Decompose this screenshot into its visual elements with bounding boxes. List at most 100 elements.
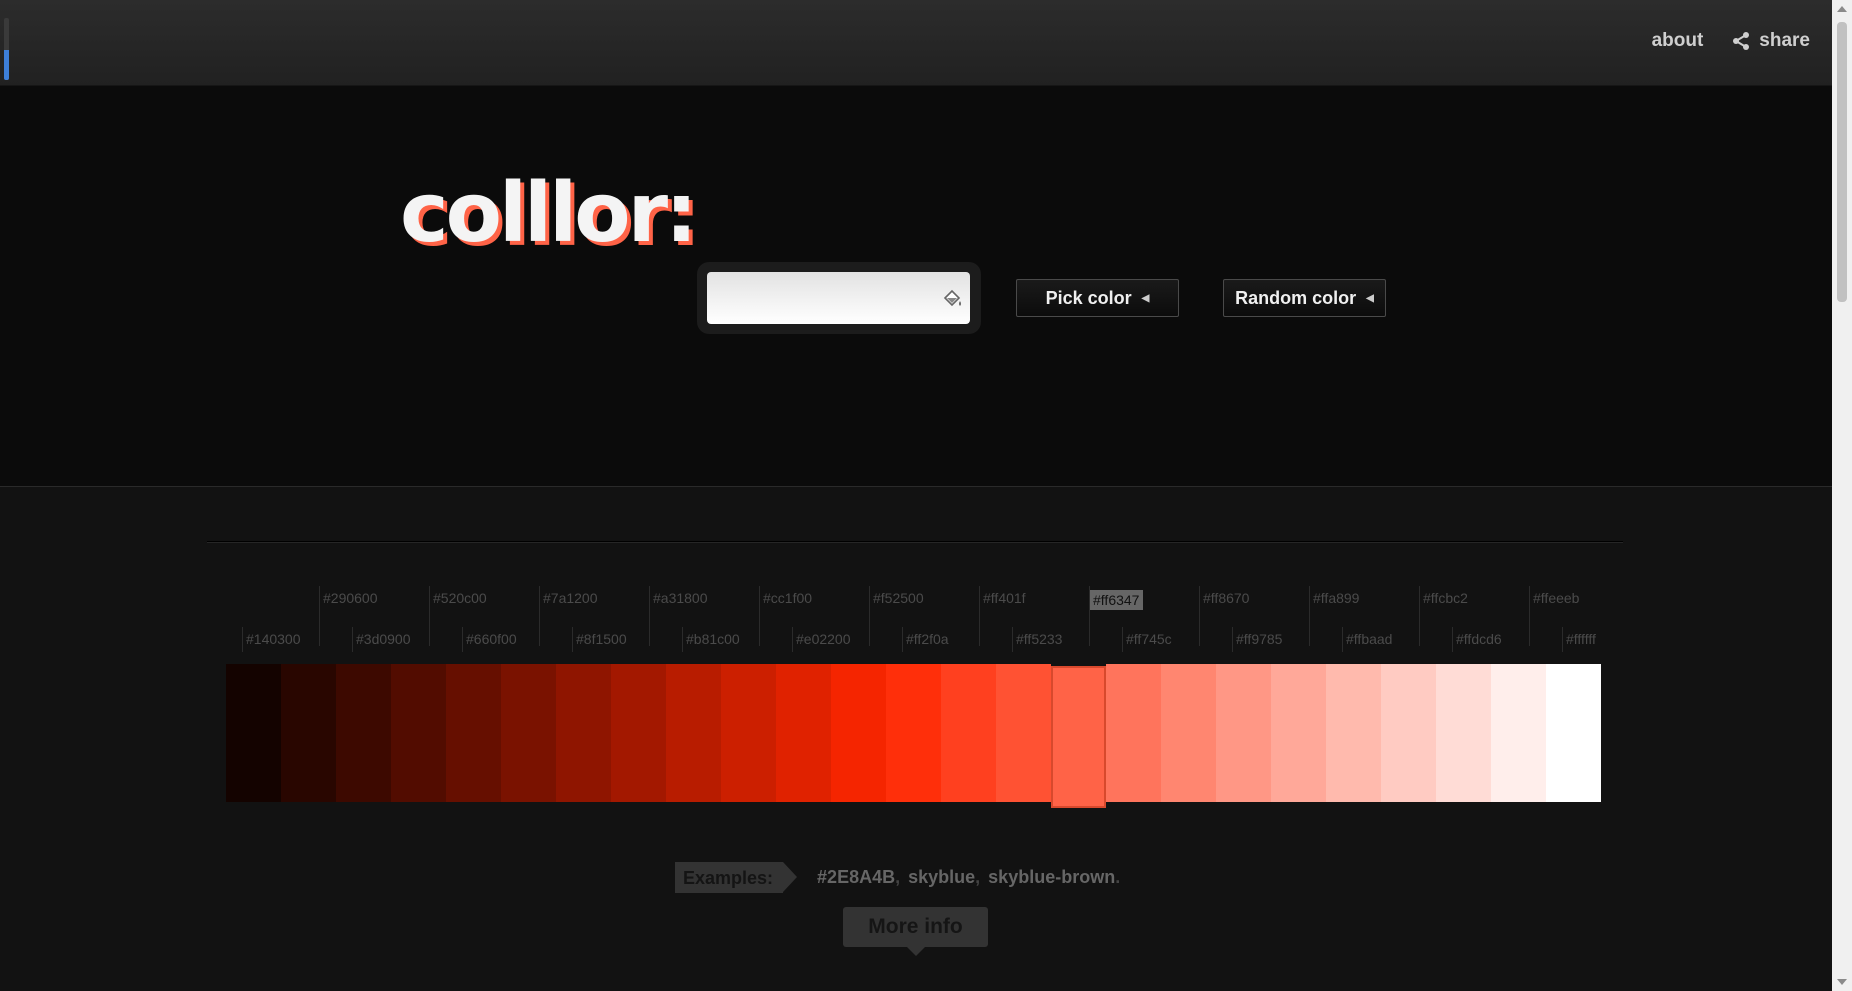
label-tick (462, 627, 463, 652)
color-swatch[interactable] (336, 664, 391, 802)
color-swatch[interactable] (1216, 664, 1271, 802)
label-tick (902, 627, 903, 652)
scrollbar-thumb[interactable] (1837, 22, 1847, 302)
swatch-hex-label[interactable]: #ffffff (1562, 627, 1596, 652)
random-color-button[interactable]: Random color ◀ (1223, 279, 1386, 317)
label-tick (1342, 627, 1343, 652)
top-nav: about share (1652, 30, 1810, 52)
swatch-hex-label[interactable]: #ffdcd6 (1452, 627, 1502, 652)
swatch-hex-label[interactable]: #ff9785 (1232, 627, 1282, 652)
example-link[interactable]: skyblue-brown (988, 867, 1115, 888)
example-link[interactable]: #2E8A4B (817, 867, 895, 888)
color-swatch[interactable] (1271, 664, 1326, 802)
share-label: share (1759, 30, 1810, 51)
color-swatch[interactable] (996, 664, 1051, 802)
swatch-hex-label[interactable]: #ff2f0a (902, 627, 949, 652)
label-tick (1012, 627, 1013, 652)
swatch-hex-label[interactable]: #ffeeeb (1529, 586, 1579, 646)
color-swatch[interactable] (886, 664, 941, 802)
color-swatch[interactable] (1161, 664, 1216, 802)
color-swatch[interactable] (1381, 664, 1436, 802)
about-label: about (1651, 30, 1704, 51)
label-tick (1089, 586, 1090, 646)
label-tick (869, 586, 870, 646)
caret-left-icon: ◀ (1366, 292, 1374, 304)
color-swatch[interactable] (501, 664, 556, 802)
about-link[interactable]: about (1652, 30, 1704, 52)
paint-bucket-icon[interactable] (941, 288, 963, 310)
swatch-hex-label[interactable]: #ffa899 (1309, 586, 1359, 646)
color-swatch[interactable] (666, 664, 721, 802)
examples-row: Examples: #2E8A4B, skyblue, skyblue-brow… (675, 862, 1128, 893)
label-tick (979, 586, 980, 646)
swatch-hex-label[interactable]: #290600 (319, 586, 378, 646)
label-tick (1122, 627, 1123, 652)
label-tick (352, 627, 353, 652)
swatch-hex-label[interactable]: #ff745c (1122, 627, 1172, 652)
random-color-label: Random color (1235, 287, 1357, 308)
scroll-down-arrow-icon[interactable] (1837, 979, 1847, 985)
label-tick (1419, 586, 1420, 646)
swatch-hex-label[interactable]: #520c00 (429, 586, 487, 646)
swatch-hex-label[interactable]: #8f1500 (572, 627, 627, 652)
swatch-hex-label[interactable]: #a31800 (649, 586, 708, 646)
swatch-hex-label[interactable]: #e02200 (792, 627, 851, 652)
more-info-button[interactable]: More info (843, 907, 988, 956)
swatch-hex-label[interactable]: #660f00 (462, 627, 517, 652)
example-link[interactable]: skyblue (908, 867, 975, 888)
label-tick (1309, 586, 1310, 646)
color-swatch[interactable] (721, 664, 776, 802)
color-swatch[interactable] (556, 664, 611, 802)
color-swatch[interactable] (1546, 664, 1601, 802)
swatch-hex-label[interactable]: #ffcbc2 (1419, 586, 1468, 646)
label-tick (1232, 627, 1233, 652)
label-tick (682, 627, 683, 652)
scroll-up-arrow-icon[interactable] (1837, 6, 1847, 12)
color-swatch[interactable] (446, 664, 501, 802)
color-swatch[interactable] (611, 664, 666, 802)
swatch-hex-label[interactable]: #cc1f00 (759, 586, 812, 646)
color-swatch[interactable] (1326, 664, 1381, 802)
color-swatch[interactable] (1051, 666, 1106, 808)
swatch-hex-label[interactable]: #3d0900 (352, 627, 411, 652)
swatch-hex-label[interactable]: #ff5233 (1012, 627, 1062, 652)
color-swatch[interactable] (391, 664, 446, 802)
label-tick (242, 627, 243, 652)
swatch-hex-label[interactable]: #ff401f (979, 586, 1026, 646)
swatch-hex-label[interactable]: #ff6347 (1089, 586, 1144, 646)
share-link[interactable]: share (1731, 30, 1810, 52)
label-tick (1452, 627, 1453, 652)
swatch-hex-label[interactable]: #ff8670 (1199, 586, 1249, 646)
swatch-hex-label[interactable]: #f52500 (869, 586, 924, 646)
pick-color-label: Pick color (1045, 287, 1132, 308)
color-input-wrapper (697, 262, 981, 334)
swatch-hex-label[interactable]: #b81c00 (682, 627, 740, 652)
color-swatch[interactable] (831, 664, 886, 802)
label-tick (792, 627, 793, 652)
color-swatch[interactable] (1436, 664, 1491, 802)
color-swatch[interactable] (226, 664, 281, 802)
color-input[interactable] (707, 272, 970, 324)
share-icon (1733, 32, 1750, 50)
label-tick (539, 586, 540, 646)
color-swatch[interactable] (281, 664, 336, 802)
label-tick (319, 586, 320, 646)
color-swatch[interactable] (776, 664, 831, 802)
color-swatch[interactable] (1106, 664, 1161, 802)
label-tick (759, 586, 760, 646)
caret-left-icon: ◀ (1141, 292, 1150, 304)
label-tick (1529, 586, 1530, 646)
color-swatch[interactable] (1491, 664, 1546, 802)
swatch-hex-label[interactable]: #7a1200 (539, 586, 598, 646)
examples-label: Examples: (675, 862, 798, 893)
swatch-hex-label[interactable]: #ffbaad (1342, 627, 1392, 652)
progress-indicator (4, 18, 9, 80)
color-swatch[interactable] (941, 664, 996, 802)
example-separator: , (975, 867, 981, 887)
scrollbar[interactable] (1832, 0, 1852, 991)
pick-color-button[interactable]: Pick color ◀ (1016, 279, 1179, 317)
label-tick (572, 627, 573, 652)
swatch-hex-label[interactable]: #140300 (242, 627, 301, 652)
section-divider (207, 541, 1623, 543)
example-separator: , (895, 867, 901, 887)
